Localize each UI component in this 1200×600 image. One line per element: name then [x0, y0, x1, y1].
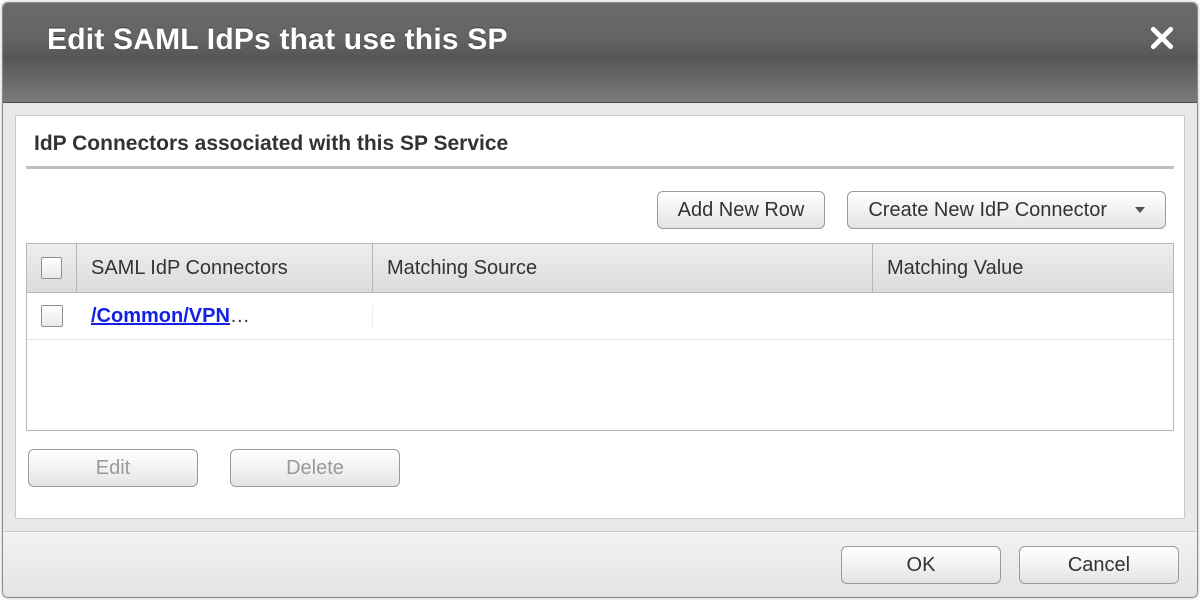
dialog-footer: OK Cancel: [3, 531, 1197, 597]
header-connectors: SAML IdP Connectors: [77, 244, 373, 292]
create-new-idp-connector-label: Create New IdP Connector: [868, 200, 1107, 220]
caret-down-icon: [1135, 207, 1145, 213]
row-checkbox[interactable]: [27, 305, 77, 327]
header-matching-value: Matching Value: [873, 244, 1173, 292]
delete-button-label: Delete: [286, 458, 344, 478]
ok-button-label: OK: [907, 555, 936, 575]
lower-actions: Edit Delete: [26, 431, 1174, 487]
add-new-row-button[interactable]: Add New Row: [657, 191, 826, 229]
section-title: IdP Connectors associated with this SP S…: [26, 124, 1174, 169]
create-new-idp-connector-dropdown[interactable]: Create New IdP Connector: [847, 191, 1166, 229]
close-icon: [1149, 25, 1175, 51]
table-row[interactable]: /Common/VPN…: [27, 293, 1173, 340]
dialog-titlebar: Edit SAML IdPs that use this SP: [3, 3, 1197, 103]
dialog-title: Edit SAML IdPs that use this SP: [47, 23, 508, 57]
connector-link[interactable]: /Common/VPN: [91, 305, 230, 328]
checkbox-icon: [41, 305, 63, 327]
edit-button[interactable]: Edit: [28, 449, 198, 487]
dialog: Edit SAML IdPs that use this SP IdP Conn…: [2, 2, 1198, 598]
top-actions: Add New Row Create New IdP Connector: [26, 169, 1174, 243]
table-header-row: SAML IdP Connectors Matching Source Matc…: [27, 244, 1173, 293]
row-connector-cell: /Common/VPN…: [77, 305, 373, 328]
connector-link-suffix: …: [230, 305, 250, 328]
ok-button[interactable]: OK: [841, 546, 1001, 584]
header-matching-source: Matching Source: [373, 244, 873, 292]
close-button[interactable]: [1149, 25, 1175, 51]
cancel-button-label: Cancel: [1068, 555, 1130, 575]
edit-button-label: Edit: [96, 458, 130, 478]
delete-button[interactable]: Delete: [230, 449, 400, 487]
add-new-row-label: Add New Row: [678, 200, 805, 220]
cancel-button[interactable]: Cancel: [1019, 546, 1179, 584]
dialog-body: IdP Connectors associated with this SP S…: [15, 115, 1185, 519]
idp-connectors-table: SAML IdP Connectors Matching Source Matc…: [26, 243, 1174, 431]
checkbox-icon: [41, 257, 62, 279]
header-select-all[interactable]: [27, 244, 77, 292]
